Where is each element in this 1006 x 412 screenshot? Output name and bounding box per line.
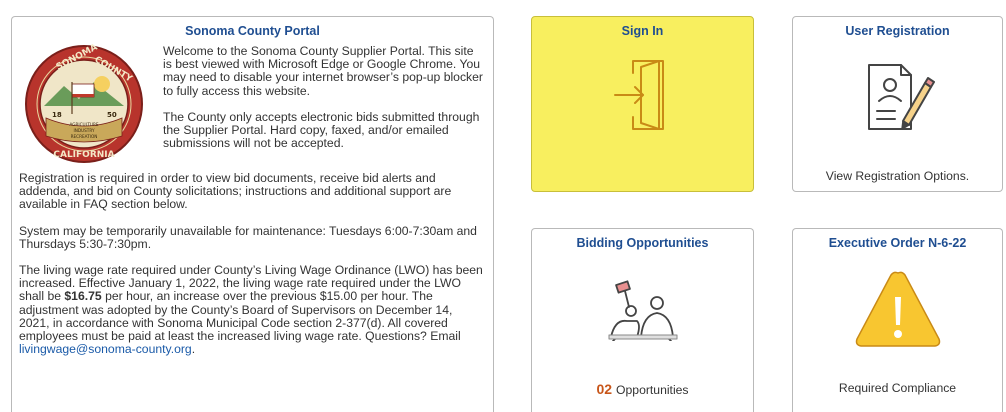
living-wage-info: The living wage rate required under Coun…	[19, 263, 484, 357]
exec-order-footer: Required Compliance	[838, 381, 957, 395]
bidding-opportunities-tile[interactable]: Bidding Opportunities 02 Opportunities	[531, 228, 754, 412]
bidding-opportunities-title: Bidding Opportunities	[576, 236, 709, 250]
living-wage-email-link[interactable]: livingwage@sonoma-county.org	[19, 342, 192, 356]
welcome-text: Welcome to the Sonoma County Supplier Po…	[163, 44, 483, 163]
seal-year-left: 18	[52, 111, 62, 119]
registration-form-pencil-icon	[867, 64, 935, 130]
executive-order-title: Executive Order N-6-22	[828, 236, 967, 250]
seal-ribbon-text-3: RECREATION	[71, 134, 98, 139]
user-registration-title: User Registration	[845, 24, 950, 38]
registration-info: Registration is required in order to vie…	[19, 171, 452, 212]
seal-year-right: 50	[107, 111, 117, 119]
bidding-people-icon	[608, 280, 677, 341]
warning-triangle-icon	[855, 271, 940, 347]
portal-title: Sonoma County Portal	[185, 24, 320, 38]
county-seal-logo: AGRICULTURE INDUSTRY RECREATION 18 50 SO…	[25, 44, 143, 163]
sign-in-tile[interactable]: Sign In	[531, 16, 754, 192]
welcome-paragraph-2: The County only accepts electronic bids …	[163, 109, 480, 151]
wage-amount: $16.75	[64, 289, 102, 304]
seal-text-california: CALIFORNIA	[53, 150, 114, 160]
seal-ribbon-text-2: INDUSTRY	[73, 128, 95, 133]
wage-text-end: .	[191, 342, 196, 357]
portal-info-panel: Sonoma County Portal AGRICULTURE INDUSTR…	[11, 16, 494, 412]
sign-in-title: Sign In	[621, 24, 664, 38]
registration-footer: View Registration Options.	[825, 169, 970, 183]
opportunities-count: 02	[596, 381, 613, 397]
maintenance-info: System may be temporarily unavailable fo…	[19, 223, 477, 251]
opportunities-label: Opportunities	[616, 383, 689, 397]
sign-in-door-icon	[613, 60, 664, 130]
welcome-paragraph-1: Welcome to the Sonoma County Supplier Po…	[163, 44, 483, 98]
seal-ribbon-text-1: AGRICULTURE	[69, 122, 98, 127]
user-registration-tile[interactable]: User Registration View Registration Opti…	[792, 16, 1003, 192]
portal-body-text: Registration is required in order to vie…	[19, 171, 484, 369]
executive-order-tile[interactable]: Executive Order N-6-22 Required Complian…	[792, 228, 1003, 412]
bidding-footer: 02 Opportunities	[532, 381, 753, 397]
